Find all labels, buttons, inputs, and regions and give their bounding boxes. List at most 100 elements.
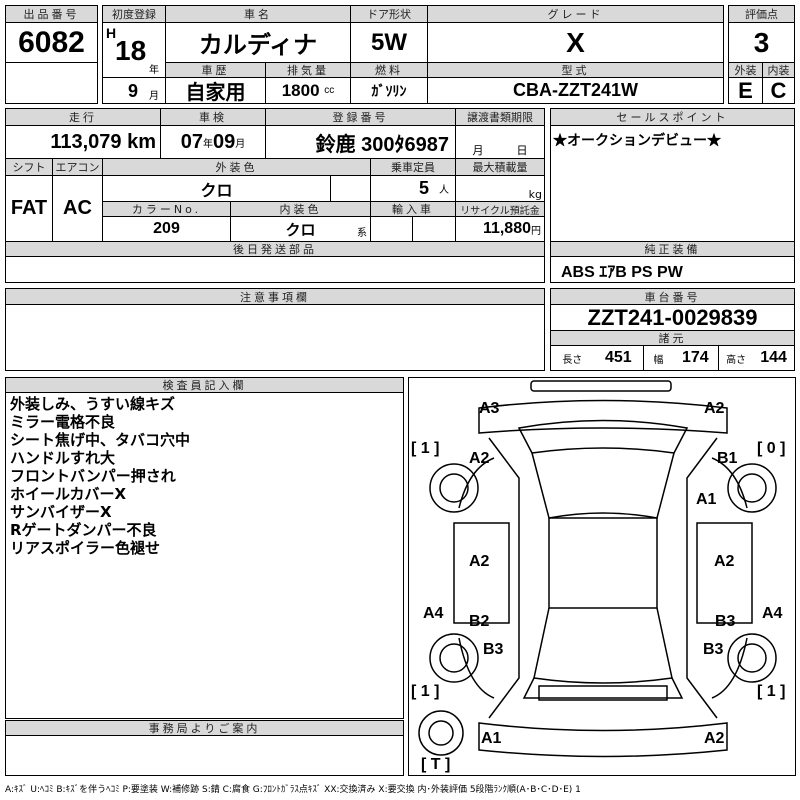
equipment-label: 純正装備	[550, 241, 795, 257]
mileage-value: 113,079	[50, 130, 122, 153]
specs-label: 諸元	[550, 330, 795, 346]
lot-blank	[5, 62, 98, 104]
damage-mark: B1	[717, 450, 738, 467]
year-unit: 年	[149, 65, 159, 76]
width-label: 幅	[653, 354, 664, 366]
inspection-label: 車検	[160, 108, 266, 126]
month-unit: 月	[149, 91, 159, 102]
length-value: 451	[604, 349, 632, 366]
damage-mark: B2	[469, 613, 490, 630]
legend: A:ｷｽﾞ U:ﾍｺﾐ B:ｷｽﾞを伴うﾍｺﾐ P:要塗装 W:補修跡 S:錆 …	[5, 785, 581, 795]
damage-mark: A2	[469, 450, 490, 467]
color-no: 209	[102, 216, 231, 242]
grade-label: グレード	[427, 5, 724, 23]
mileage-label: 走行	[5, 108, 161, 126]
inspector-notes: 外装しみ、うすい線キズ ミラー電格不良 シート焦げ中、タバコ穴中 ハンドルすれ大…	[5, 392, 404, 719]
cc-unit: cc	[324, 85, 335, 96]
height-value: 144	[760, 349, 787, 366]
lot-number: 6082	[5, 22, 98, 63]
damage-mark: A2	[714, 553, 735, 570]
damage-mark: B3	[483, 641, 504, 658]
recycle-label: リサイクル預託金	[455, 201, 545, 217]
inspector-line: リアスポイラー色褪せ	[10, 539, 161, 557]
later-parts	[5, 256, 545, 283]
shift: FAT	[5, 175, 53, 242]
damage-mark: A1	[481, 730, 502, 747]
ext-grade-label: 外装	[728, 62, 763, 78]
chassis-number: ZZT241-0029839	[550, 304, 795, 331]
damage-mark: A2	[469, 553, 490, 570]
office-label: 事務局よりご案内	[5, 720, 404, 736]
tire-tread-rear-right: [ 1 ]	[757, 683, 786, 700]
car-name-label: 車名	[165, 5, 351, 23]
door-type: 5W	[350, 22, 428, 63]
day-unit: 日	[516, 144, 528, 157]
model-code: CBA-ZZT241W	[427, 77, 724, 104]
ext-color: クロ	[102, 175, 331, 202]
equipment: ABS ｴｱB PS PW	[550, 256, 795, 283]
lot-label: 出品番号	[5, 5, 98, 23]
reg-year: 18	[115, 35, 147, 66]
inspector-line: ハンドルすれ大	[10, 449, 116, 467]
width-value: 174	[681, 349, 709, 366]
car-outline-icon	[418, 380, 777, 758]
ac-label: エアコン	[52, 158, 103, 176]
int-color-value: クロ	[285, 221, 316, 239]
int-color: クロ 系	[230, 216, 371, 242]
inspector-label: 検査員記入欄	[5, 377, 404, 393]
person-unit: 人	[439, 185, 449, 196]
first-reg-cell: H 18 年 9 月	[102, 22, 166, 104]
ac: AC	[52, 175, 103, 242]
inspector-line: サンバイザーX	[10, 503, 112, 521]
damage-mark: A2	[704, 730, 725, 747]
door-label: ドア形状	[350, 5, 428, 23]
insp-year-unit: 年	[203, 138, 213, 150]
damage-mark: B3	[715, 613, 736, 630]
length-label: 長さ	[562, 354, 583, 366]
length: 長さ 451	[550, 345, 644, 371]
displacement-value: 1800	[281, 80, 320, 100]
damage-mark: A3	[479, 400, 500, 417]
int-color-label: 内装色	[230, 201, 371, 217]
plate-label: 登録番号	[265, 108, 456, 126]
int-grade: C	[762, 77, 795, 104]
car-name: カルディナ	[165, 22, 351, 63]
int-color-suffix: 系	[357, 228, 367, 239]
capacity: 5 人	[370, 175, 456, 202]
grade: X	[427, 22, 724, 63]
km-unit: km	[127, 130, 156, 153]
sales-point-label: セールスポイント	[550, 108, 795, 126]
inspector-line: ミラー電格不良	[10, 413, 116, 431]
import-cell-1	[370, 216, 413, 242]
transfer-label: 譲渡書類期限	[455, 108, 545, 126]
notes	[5, 304, 545, 371]
reg-month: 9	[128, 81, 139, 101]
damage-mark: A4	[762, 605, 783, 622]
ext-color-blank	[330, 175, 371, 202]
displacement-label: 排気量	[265, 62, 351, 78]
insp-month: 09	[213, 130, 236, 153]
damage-mark: B3	[703, 641, 724, 658]
tire-tread-front-right: [ 0 ]	[757, 440, 786, 457]
color-no-label: カラーNo.	[102, 201, 231, 217]
damage-mark: A4	[423, 605, 444, 622]
inspector-line: Rゲートダンパー不良	[10, 521, 157, 539]
history: 自家用	[165, 77, 266, 104]
inspection: 07 年 09 月	[160, 125, 266, 159]
office-notes	[5, 735, 404, 776]
tire-tread-rear-left: [ 1 ]	[411, 683, 440, 700]
height-label: 高さ	[726, 354, 747, 366]
inspector-line: ホイールカバーX	[10, 485, 127, 503]
ext-grade: E	[728, 77, 763, 104]
notes-label: 注意事項欄	[5, 288, 545, 305]
inspector-line: 外装しみ、うすい線キズ	[10, 395, 176, 413]
damage-mark: A2	[704, 400, 725, 417]
month-unit: 月	[472, 144, 484, 157]
import-label: 輸入車	[370, 201, 456, 217]
first-reg-label: 初度登録	[102, 5, 166, 23]
transfer-deadline: 月日	[455, 125, 545, 159]
max-load: kg	[455, 175, 545, 202]
height: 高さ 144	[718, 345, 795, 371]
width: 幅 174	[643, 345, 719, 371]
history-label: 車歴	[165, 62, 266, 78]
